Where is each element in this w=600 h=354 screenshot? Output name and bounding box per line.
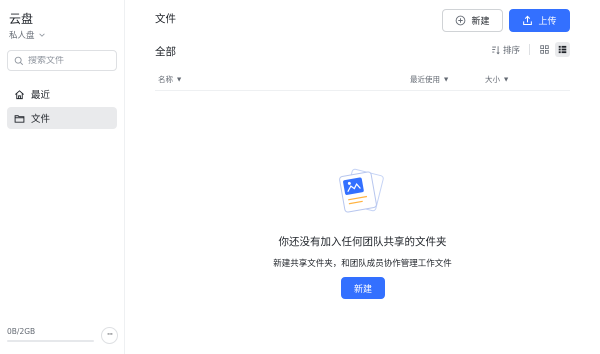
plus-circle-icon [456,15,466,26]
create-button-label: 新建 [353,284,372,295]
list-view-button[interactable] [555,42,570,57]
sort-label: 排序 [503,46,521,56]
empty-state-description: 新建共享文件夹，和团队成员协作管理工作文件 [273,259,452,269]
sidebar: 云盘 私人盘 最近 文件 0B/2GB ··· [0,0,125,354]
upload-icon [523,15,533,25]
chevron-down-icon [38,33,45,37]
storage-usage-bar [7,340,94,342]
sidebar-item-recent[interactable]: 最近 [7,83,117,105]
page-title: 文件 [155,13,176,25]
space-switcher[interactable]: 私人盘 [9,29,46,41]
caret-down-icon: ▼ [444,76,449,83]
column-header-label: 最近使用 [410,75,440,84]
column-header-name[interactable]: 名称 ▼ [158,74,181,85]
list-icon [558,45,567,54]
section-title: 全部 [155,46,176,58]
column-header-size[interactable]: 大小 ▼ [485,74,508,85]
app-title: 云盘 [9,12,34,26]
header-divider [155,90,570,91]
sort-icon [492,46,500,55]
empty-state-title: 你还没有加入任何团队共享的文件夹 [278,236,447,248]
more-options-button[interactable]: ··· [101,327,118,344]
grid-icon [540,45,549,54]
search-icon [14,56,24,65]
sidebar-item-label: 最近 [31,90,51,101]
new-button[interactable]: 新建 [442,9,503,32]
storage-usage-text: 0B/2GB [7,327,36,336]
column-header-recent[interactable]: 最近使用 ▼ [410,74,448,85]
column-header-label: 名称 [158,75,173,84]
grid-view-button[interactable] [537,42,552,57]
search-input[interactable] [28,55,108,66]
caret-down-icon: ▼ [504,76,509,83]
caret-down-icon: ▼ [177,76,182,83]
sidebar-item-files[interactable]: 文件 [7,107,117,129]
folder-icon [14,114,25,123]
column-header-label: 大小 [485,75,500,84]
search-box[interactable] [7,50,117,71]
sidebar-item-label: 文件 [31,114,51,125]
create-folder-button[interactable]: 新建 [341,277,385,299]
upload-button[interactable]: 上传 [509,9,570,32]
sort-button[interactable]: 排序 [491,44,520,56]
space-label: 私人盘 [9,31,35,41]
toolbar-divider [529,44,530,55]
home-icon [15,89,24,99]
new-button-label: 新建 [471,17,490,27]
empty-folder-illustration [339,168,384,213]
upload-button-label: 上传 [538,17,557,27]
